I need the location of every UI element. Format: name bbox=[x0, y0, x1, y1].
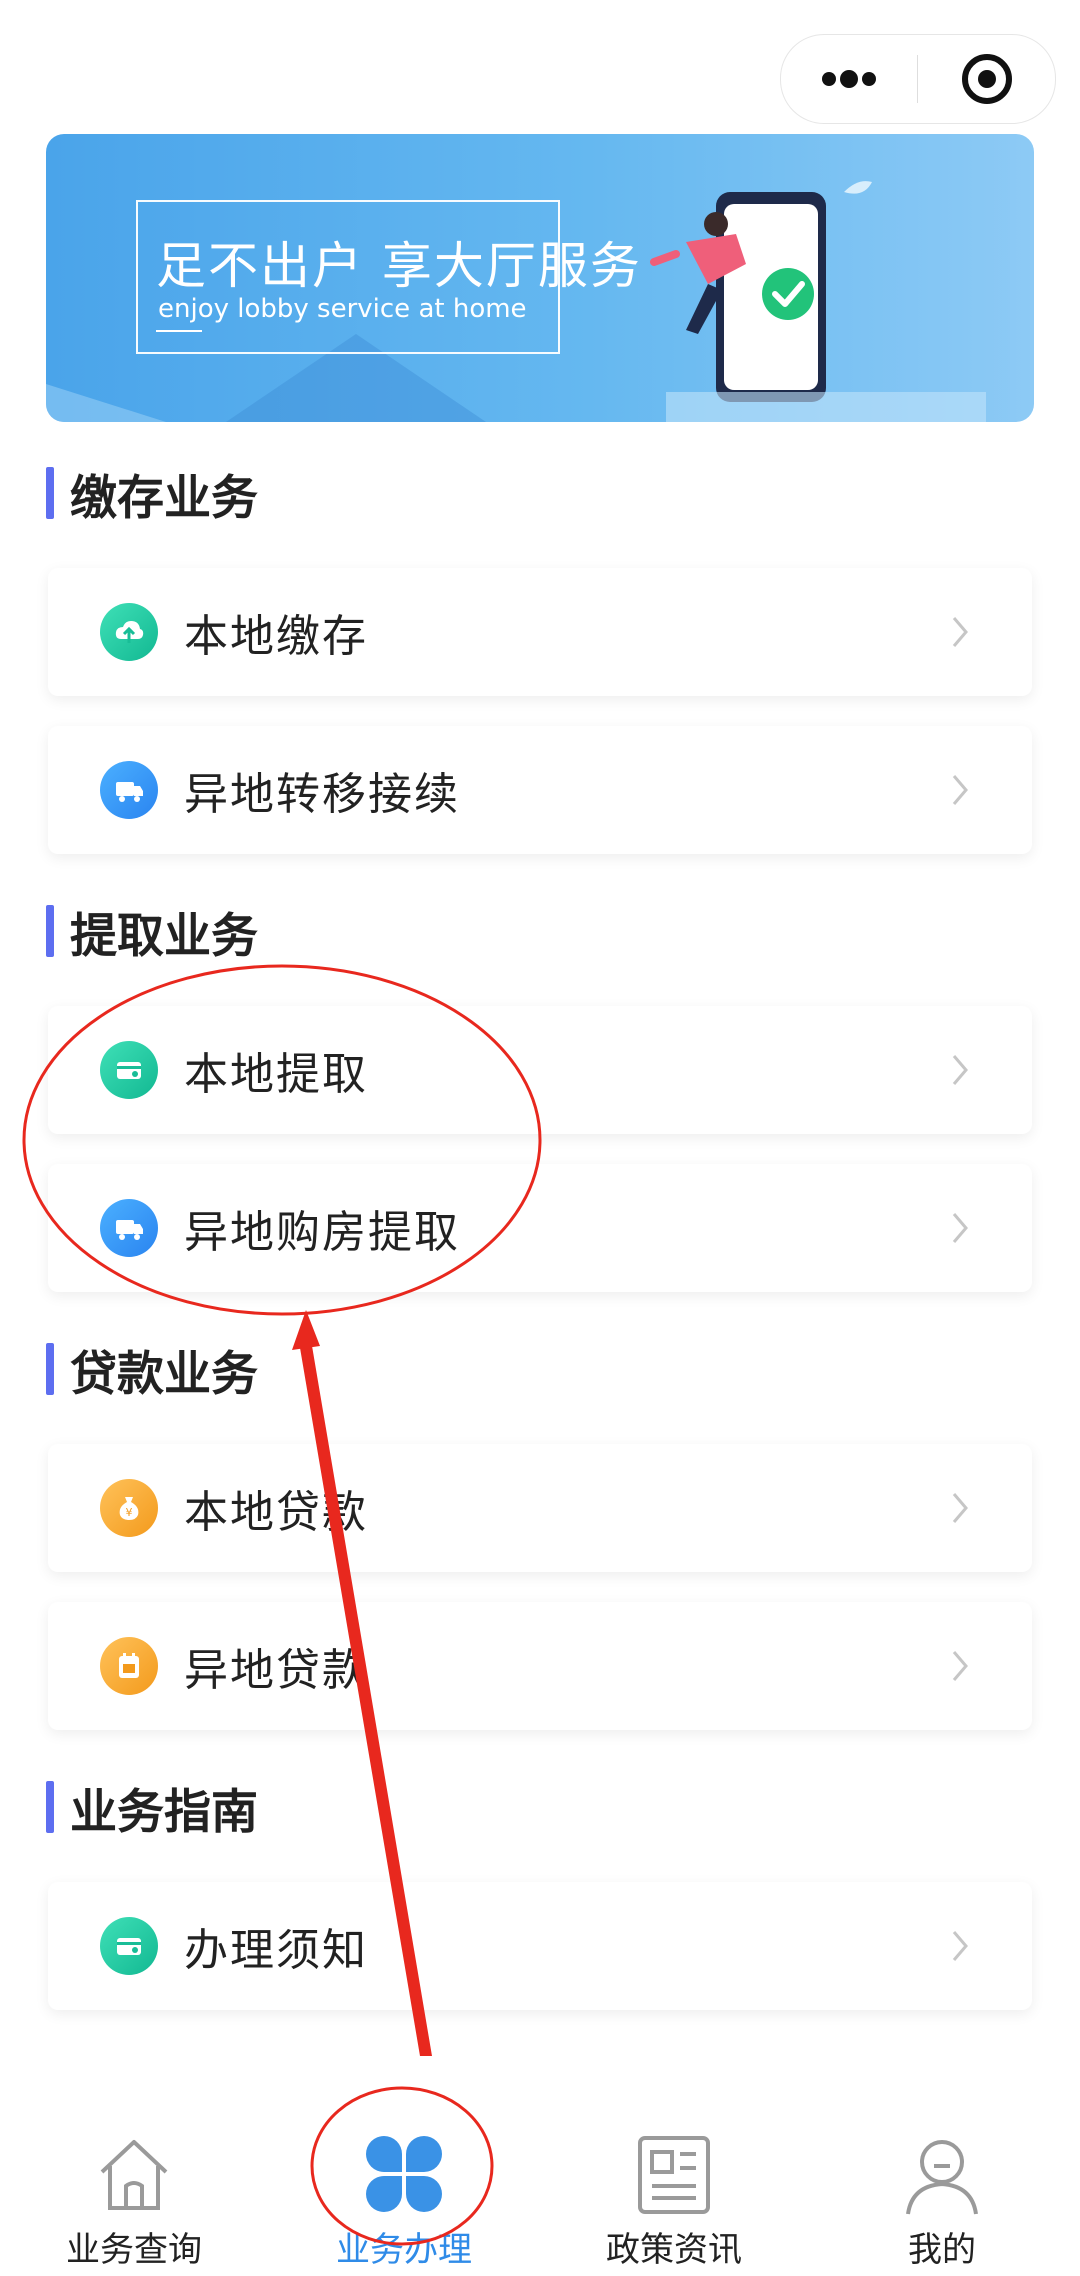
card-icon bbox=[100, 1041, 158, 1099]
tab-mine[interactable]: 我的 bbox=[842, 2132, 1042, 2271]
section-title-loan: 贷款业务 bbox=[46, 1342, 258, 1402]
chevron-right-icon bbox=[952, 1651, 968, 1681]
section-title-deposit: 缴存业务 bbox=[46, 466, 258, 526]
user-icon bbox=[906, 2140, 978, 2215]
list-item-local-deposit[interactable]: 本地缴存 bbox=[48, 568, 1032, 696]
section-title-text: 缴存业务 bbox=[70, 470, 258, 526]
promo-banner[interactable]: 足不出户 享大厅服务 enjoy lobby service at home bbox=[46, 134, 1034, 422]
card-icon bbox=[100, 1917, 158, 1975]
chevron-right-icon bbox=[952, 1493, 968, 1523]
tab-business-query[interactable]: 业务查询 bbox=[34, 2132, 234, 2271]
truck-icon bbox=[100, 1199, 158, 1257]
list-item-label: 本地缴存 bbox=[184, 611, 368, 662]
money-bag-icon: ¥ bbox=[100, 1479, 158, 1537]
list-item-notice[interactable]: 办理须知 bbox=[48, 1882, 1032, 2010]
tab-label: 业务查询 bbox=[66, 2230, 202, 2270]
list-item-transfer[interactable]: 异地转移接续 bbox=[48, 726, 1032, 854]
section-title-text: 贷款业务 bbox=[70, 1346, 258, 1402]
list-item-label: 办理须知 bbox=[184, 1925, 368, 1976]
section-accent-bar bbox=[46, 467, 54, 519]
home-icon bbox=[100, 2140, 168, 2210]
tab-policy-news[interactable]: 政策资讯 bbox=[574, 2132, 774, 2271]
tab-label: 业务办理 bbox=[336, 2230, 472, 2270]
list-item-local-withdrawal[interactable]: 本地提取 bbox=[48, 1006, 1032, 1134]
section-title-text: 提取业务 bbox=[70, 908, 258, 964]
calendar-icon bbox=[100, 1637, 158, 1695]
banner-subtitle: enjoy lobby service at home bbox=[158, 294, 527, 324]
close-miniprogram-button[interactable] bbox=[918, 35, 1055, 123]
chevron-right-icon bbox=[952, 775, 968, 805]
annotation-arrow-head bbox=[292, 1310, 320, 1350]
banner-title: 足不出户 享大厅服务 bbox=[156, 237, 642, 295]
list-item-label: 本地贷款 bbox=[184, 1487, 368, 1538]
clover-icon bbox=[366, 2136, 442, 2212]
section-accent-bar bbox=[46, 1781, 54, 1833]
list-item-remote-home-withdrawal[interactable]: 异地购房提取 bbox=[48, 1164, 1032, 1292]
truck-icon bbox=[100, 761, 158, 819]
list-item-label: 异地转移接续 bbox=[184, 769, 460, 820]
chevron-right-icon bbox=[952, 1931, 968, 1961]
miniprogram-capsule bbox=[780, 34, 1056, 124]
bottom-tab-bar: 业务查询 业务办理 政策资讯 我的 bbox=[0, 2080, 1080, 2276]
tab-label: 政策资讯 bbox=[606, 2230, 742, 2270]
tab-business-handling[interactable]: 业务办理 bbox=[304, 2132, 504, 2271]
chevron-right-icon bbox=[952, 1055, 968, 1085]
banner-dash bbox=[156, 330, 202, 332]
section-title-text: 业务指南 bbox=[70, 1784, 258, 1840]
list-item-label: 异地购房提取 bbox=[184, 1207, 460, 1258]
list-item-local-loan[interactable]: ¥ 本地贷款 bbox=[48, 1444, 1032, 1572]
target-close-icon bbox=[961, 54, 1012, 104]
list-item-remote-loan[interactable]: 异地贷款 bbox=[48, 1602, 1032, 1730]
svg-text:¥: ¥ bbox=[126, 1506, 133, 1519]
section-accent-bar bbox=[46, 1343, 54, 1395]
section-title-withdrawal: 提取业务 bbox=[46, 904, 258, 964]
news-icon bbox=[638, 2136, 710, 2214]
more-menu-button[interactable] bbox=[781, 35, 917, 123]
section-title-guide: 业务指南 bbox=[46, 1780, 258, 1840]
section-accent-bar bbox=[46, 905, 54, 957]
chevron-right-icon bbox=[952, 617, 968, 647]
tab-label: 我的 bbox=[908, 2230, 976, 2270]
more-dots-icon bbox=[822, 70, 876, 88]
list-item-label: 异地贷款 bbox=[184, 1645, 368, 1696]
chevron-right-icon bbox=[952, 1213, 968, 1243]
list-item-label: 本地提取 bbox=[184, 1049, 368, 1100]
cloud-upload-icon bbox=[100, 603, 158, 661]
